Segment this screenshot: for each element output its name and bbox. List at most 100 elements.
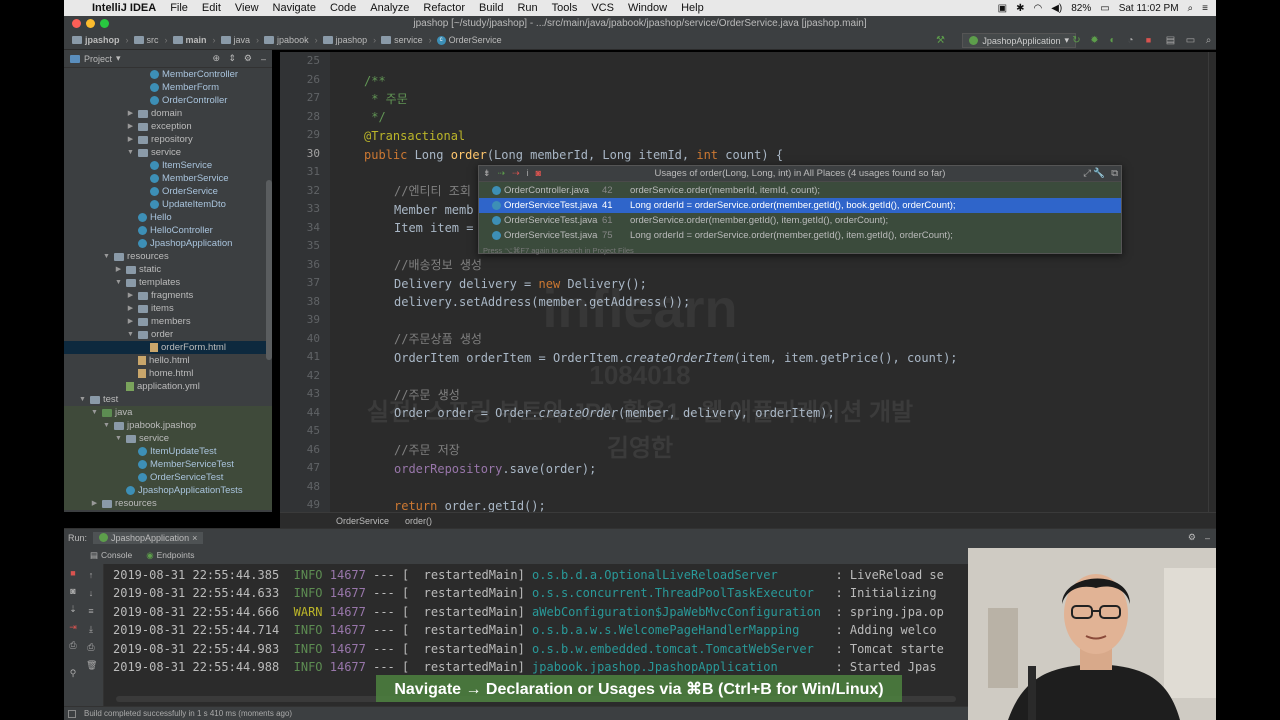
menu-run[interactable]: Run	[517, 2, 537, 14]
breadcrumb-java[interactable]: java	[220, 35, 250, 45]
tree-item[interactable]: ▶ items	[126, 302, 174, 315]
up-arrow-icon[interactable]: ↑	[86, 570, 96, 580]
tree-item[interactable]: ▼ test	[78, 393, 118, 406]
close-icon[interactable]: ×	[192, 533, 197, 543]
print-icon[interactable]: ⎙	[68, 640, 78, 650]
tree-item[interactable]: Hello	[126, 211, 172, 224]
hide-panel-icon[interactable]: –	[1205, 533, 1210, 543]
show-imports-icon[interactable]: i	[527, 168, 529, 179]
gear-icon[interactable]: ⚙	[1188, 532, 1196, 543]
tree-item[interactable]: ▼ resources	[102, 250, 169, 263]
tree-item[interactable]: ▶ static	[114, 263, 161, 276]
wifi-icon[interactable]: ◠	[1033, 3, 1042, 14]
chevron-down-icon[interactable]: ▼	[114, 432, 123, 445]
usages-popup[interactable]: ⇟ ⇢ ⇢ i ◙ Usages of order(Long, Long, in…	[478, 165, 1122, 255]
chevron-right-icon[interactable]: ▶	[126, 133, 135, 146]
chevron-down-icon[interactable]: ▼	[114, 276, 123, 289]
menu-help[interactable]: Help	[681, 2, 704, 14]
tree-item[interactable]: OrderController	[138, 94, 227, 107]
menu-navigate[interactable]: Navigate	[273, 2, 316, 14]
show-write-access-icon[interactable]: ⇢	[512, 168, 520, 179]
tree-item[interactable]: OrderServiceTest	[126, 471, 223, 484]
chevron-down-icon[interactable]: ▾	[116, 53, 121, 64]
breadcrumb-service[interactable]: service	[381, 35, 423, 45]
tree-item[interactable]: application.yml	[114, 380, 200, 393]
run-config-tab[interactable]: JpashopApplication ×	[93, 531, 204, 544]
menu-analyze[interactable]: Analyze	[370, 2, 409, 14]
menu-window[interactable]: Window	[628, 2, 667, 14]
layout-icon[interactable]: ▭	[1185, 35, 1196, 46]
tree-item[interactable]: .gitignore	[66, 510, 128, 512]
tree-item[interactable]: UpdateItemDto	[138, 198, 226, 211]
chevron-down-icon[interactable]: ▼	[90, 406, 99, 419]
tool-windows-icon[interactable]	[68, 709, 76, 718]
chevron-down-icon[interactable]: ▼	[126, 328, 135, 341]
breadcrumb-project[interactable]: jpashop	[72, 35, 120, 45]
stop-icon[interactable]: ■	[1143, 35, 1154, 46]
battery-percent[interactable]: 82%	[1071, 3, 1091, 14]
app-name[interactable]: IntelliJ IDEA	[92, 2, 156, 14]
tree-item[interactable]: ▼ service	[114, 432, 169, 445]
tree-item[interactable]: ▶ exception	[126, 120, 192, 133]
project-tree-scrollbar[interactable]	[266, 180, 272, 360]
menu-file[interactable]: File	[170, 2, 188, 14]
menu-code[interactable]: Code	[330, 2, 356, 14]
merge-usages-icon[interactable]: ⇟	[483, 168, 491, 179]
breadcrumb-jpabook[interactable]: jpabook	[264, 35, 309, 45]
tab-endpoints[interactable]: ◉ Endpoints	[146, 550, 194, 561]
tree-item[interactable]: MemberController	[138, 68, 238, 81]
tree-item[interactable]: ▶ members	[126, 315, 191, 328]
gear-icon[interactable]: ⚙	[244, 53, 252, 64]
pin-icon[interactable]: ⚲	[68, 668, 78, 678]
run-configuration-dropdown[interactable]: JpashopApplication ▾	[962, 33, 1076, 48]
chevron-down-icon[interactable]: ▼	[102, 419, 111, 432]
open-in-find-window-icon[interactable]: ⧉	[1111, 168, 1118, 179]
tree-item[interactable]: MemberForm	[138, 81, 219, 94]
show-test-usages-icon[interactable]: ◙	[536, 168, 541, 179]
chevron-right-icon[interactable]: ▶	[114, 263, 123, 276]
close-window-button[interactable]	[72, 19, 81, 28]
tree-item[interactable]: JpashopApplication	[126, 237, 232, 250]
tree-item[interactable]: OrderService	[138, 185, 218, 198]
search-everywhere-icon[interactable]: ⌕	[1203, 35, 1214, 46]
exit-icon[interactable]: ⇥	[68, 622, 78, 632]
usage-row[interactable]: OrderServiceTest.java 61 orderService.orde…	[479, 213, 1121, 228]
show-read-access-icon[interactable]: ⇢	[498, 168, 506, 179]
usage-row[interactable]: OrderServiceTest.java 75 Long orderId = or…	[479, 228, 1121, 243]
menu-build[interactable]: Build	[479, 2, 503, 14]
stop-icon[interactable]: ■	[68, 568, 78, 578]
chevron-down-icon[interactable]: ▼	[102, 250, 111, 263]
build-hammer-icon[interactable]: ⚒	[935, 35, 946, 46]
volume-icon[interactable]: ◀)	[1051, 3, 1062, 14]
tree-item[interactable]: ▶ domain	[126, 107, 182, 120]
project-structure-icon[interactable]: ▤	[1165, 35, 1176, 46]
print-icon[interactable]: ⎙	[86, 642, 96, 652]
menu-edit[interactable]: Edit	[202, 2, 221, 14]
menu-view[interactable]: View	[235, 2, 259, 14]
tree-item[interactable]: JpashopApplicationTests	[114, 484, 243, 497]
usage-row[interactable]: OrderController.java 42 orderService.order…	[479, 183, 1121, 198]
run-with-coverage-icon[interactable]: ◐	[1107, 35, 1118, 46]
breadcrumb-jpashop[interactable]: jpashop	[322, 35, 367, 45]
menu-tools[interactable]: Tools	[552, 2, 578, 14]
breadcrumb-src[interactable]: src	[133, 35, 159, 45]
editor-scrollbar[interactable]	[1208, 52, 1216, 512]
control-center-icon[interactable]: ≡	[1202, 3, 1208, 14]
project-panel-title[interactable]: Project	[84, 54, 112, 64]
battery-icon[interactable]: ▭	[1100, 3, 1109, 14]
chevron-right-icon[interactable]: ▶	[126, 120, 135, 133]
clock[interactable]: Sat 11:02 PM	[1119, 3, 1179, 14]
tree-item[interactable]: ItemService	[138, 159, 212, 172]
tree-item[interactable]: ▼ templates	[114, 276, 180, 289]
menu-refactor[interactable]: Refactor	[423, 2, 465, 14]
tree-item[interactable]: MemberServiceTest	[126, 458, 234, 471]
tree-item[interactable]: home.html	[126, 367, 193, 380]
breadcrumb-method[interactable]: order()	[405, 516, 432, 526]
scroll-to-end-icon[interactable]: ⤓	[86, 624, 96, 634]
tree-item[interactable]: orderForm.html	[138, 341, 226, 354]
search-icon[interactable]: ⌕	[1188, 3, 1194, 14]
chevron-right-icon[interactable]: ▶	[126, 315, 135, 328]
bluetooth-icon[interactable]: ✱	[1016, 3, 1024, 14]
rerun-icon[interactable]: ↻	[1071, 35, 1082, 46]
expand-icon[interactable]: ⤢	[1083, 168, 1091, 179]
